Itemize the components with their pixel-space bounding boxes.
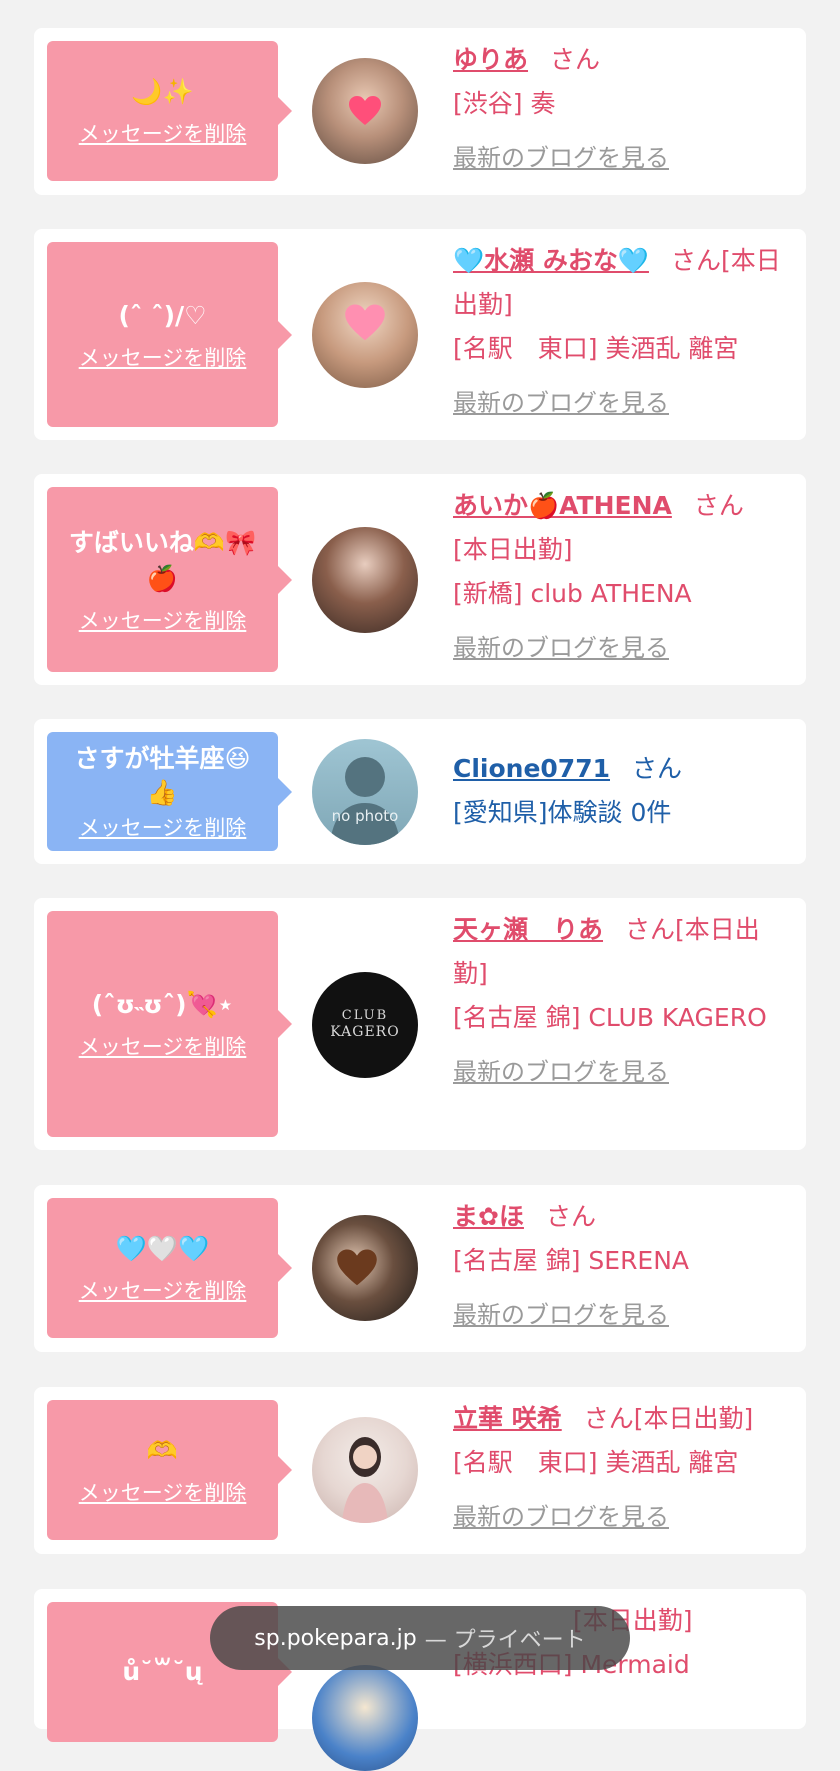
avatar[interactable]: CLUB KAGERO <box>312 972 418 1078</box>
private-mode-label: — プライベート <box>424 1628 586 1653</box>
attendance-status: [本日出勤] <box>633 1404 754 1433</box>
person-photo-icon <box>342 1437 388 1523</box>
latest-blog-link[interactable]: 最新のブログを見る <box>453 1293 669 1337</box>
avatar[interactable] <box>312 1215 418 1321</box>
favorite-card: (ˆ ˆ)/♡ メッセージを削除 🩵水瀬 みおな🩵 さん[本日出勤] [名駅 東口… <box>34 229 806 440</box>
message-text: 🫶 <box>146 1436 179 1465</box>
message-bubble: 🫶 メッセージを削除 <box>47 1400 292 1540</box>
shop-location: [名古屋 錦] CLUB KAGERO <box>453 1003 767 1032</box>
delete-message-link[interactable]: メッセージを削除 <box>79 812 247 842</box>
profile-info: ま✿ほ さん [名古屋 錦] SERENA 最新のブログを見る <box>453 1195 794 1337</box>
message-text: (ˆʊ˵ʊˆ)💘⋆ <box>91 990 234 1019</box>
favorite-card: 🌙✨ メッセージを削除 ゆりあ さん [渋谷] 奏 最新のブログを見る <box>34 28 806 195</box>
url-domain: sp.pokepara.jp <box>254 1625 417 1651</box>
message-bubble: 🌙✨ メッセージを削除 <box>47 41 292 181</box>
shop-location: [渋谷] 奏 <box>453 89 556 118</box>
heart-sticker-icon <box>344 304 386 342</box>
latest-blog-link[interactable]: 最新のブログを見る <box>453 136 669 180</box>
shop-location: [名古屋 錦] SERENA <box>453 1246 690 1275</box>
user-name-link[interactable]: Clione0771 <box>453 754 610 783</box>
latest-blog-link[interactable]: 最新のブログを見る <box>453 381 669 425</box>
attendance-status: [本日出勤] <box>453 535 573 564</box>
message-text: ů˘꒳˘ų <box>122 1657 203 1686</box>
favorite-card: (ˆʊ˵ʊˆ)💘⋆ メッセージを削除 CLUB KAGERO 天ヶ瀬 りあ さん[… <box>34 898 806 1150</box>
honorific: さん <box>545 1202 596 1231</box>
delete-message-link[interactable]: メッセージを削除 <box>79 1275 247 1305</box>
club-logo-subtext: KAGERO <box>330 1024 400 1040</box>
message-bubble: さすが牡羊座😆👍 メッセージを削除 <box>47 732 292 851</box>
message-bubble: (ˆ ˆ)/♡ メッセージを削除 <box>47 242 292 427</box>
honorific: さん <box>670 246 721 275</box>
girl-name-link[interactable]: ゆりあ <box>453 45 528 74</box>
heart-sticker-icon <box>336 1249 378 1287</box>
message-bubble: すばいいね🫶🎀🍎 メッセージを削除 <box>47 487 292 672</box>
delete-message-link[interactable]: メッセージを削除 <box>79 605 247 635</box>
latest-blog-link[interactable]: 最新のブログを見る <box>453 1495 669 1539</box>
club-logo-text: CLUB <box>341 1008 389 1023</box>
girl-name-link[interactable]: 天ヶ瀬 りあ <box>453 915 603 944</box>
profile-info: 🩵水瀬 みおな🩵 さん[本日出勤] [名駅 東口] 美酒乱 離宮 最新のブログを見… <box>453 239 794 425</box>
no-photo-label: no photo <box>331 807 399 825</box>
avatar[interactable] <box>312 282 418 388</box>
favorite-card: 🫶 メッセージを削除 立華 咲希 さん[本日出勤] [名駅 東口] 美酒乱 離宮 … <box>34 1387 806 1554</box>
honorific: さん <box>632 754 683 783</box>
review-count: [愛知県]体験談 0件 <box>453 798 672 827</box>
girl-name-link[interactable]: 立華 咲希 <box>453 1404 562 1433</box>
avatar[interactable] <box>312 1665 418 1771</box>
favorite-card: さすが牡羊座😆👍 メッセージを削除 no photo Clione0771 さん … <box>34 719 806 864</box>
latest-blog-link[interactable]: 最新のブログを見る <box>453 1050 669 1094</box>
avatar[interactable]: no photo <box>312 739 418 845</box>
delete-message-link[interactable]: メッセージを削除 <box>79 342 247 372</box>
person-silhouette-icon <box>330 757 400 845</box>
girl-name-link[interactable]: 🩵水瀬 みおな🩵 <box>453 246 649 275</box>
shop-location: [新橋] club ATHENA <box>453 579 692 608</box>
delete-message-link[interactable]: メッセージを削除 <box>79 118 247 148</box>
message-text: さすが牡羊座😆👍 <box>74 743 251 807</box>
profile-info: 天ヶ瀬 りあ さん[本日出勤] [名古屋 錦] CLUB KAGERO 最新のブロ… <box>453 908 794 1094</box>
honorific: さん <box>550 45 601 74</box>
heart-sticker-icon <box>348 96 382 126</box>
message-text: すばいいね🫶🎀🍎 <box>68 527 257 593</box>
latest-blog-link[interactable]: 最新のブログを見る <box>453 626 669 670</box>
delete-message-link[interactable]: メッセージを削除 <box>79 1477 247 1507</box>
profile-info: あいか🍎ATHENA さん [本日出勤] [新橋] club ATHENA 最新の… <box>453 484 794 670</box>
avatar[interactable] <box>312 1417 418 1523</box>
girl-name-link[interactable]: あいか🍎ATHENA <box>453 491 672 520</box>
message-bubble: 🩵🤍🩵 メッセージを削除 <box>47 1198 292 1338</box>
profile-info: ゆりあ さん [渋谷] 奏 最新のブログを見る <box>453 38 794 180</box>
favorite-card: すばいいね🫶🎀🍎 メッセージを削除 あいか🍎ATHENA さん [本日出勤] [新… <box>34 474 806 685</box>
avatar[interactable] <box>312 527 418 633</box>
message-text: 🌙✨ <box>131 77 194 106</box>
message-bubble: (ˆʊ˵ʊˆ)💘⋆ メッセージを削除 <box>47 911 292 1137</box>
delete-message-link[interactable]: メッセージを削除 <box>79 1031 247 1061</box>
profile-info: Clione0771 さん [愛知県]体験談 0件 <box>453 747 794 835</box>
honorific: さん <box>625 915 676 944</box>
avatar[interactable] <box>312 58 418 164</box>
honorific: さん <box>583 1404 634 1433</box>
message-text: (ˆ ˆ)/♡ <box>118 300 207 330</box>
profile-info: 立華 咲希 さん[本日出勤] [名駅 東口] 美酒乱 離宮 最新のブログを見る <box>453 1397 794 1539</box>
message-text: 🩵🤍🩵 <box>115 1234 210 1263</box>
girl-name-link[interactable]: ま✿ほ <box>453 1202 524 1231</box>
browser-url-bar[interactable]: sp.pokepara.jp — プライベート <box>210 1606 630 1670</box>
shop-location: [名駅 東口] 美酒乱 離宮 <box>453 334 739 363</box>
honorific: さん <box>693 491 744 520</box>
shop-location: [名駅 東口] 美酒乱 離宮 <box>453 1448 739 1477</box>
favorite-card: 🩵🤍🩵 メッセージを削除 ま✿ほ さん [名古屋 錦] SERENA 最新のブログ… <box>34 1185 806 1352</box>
